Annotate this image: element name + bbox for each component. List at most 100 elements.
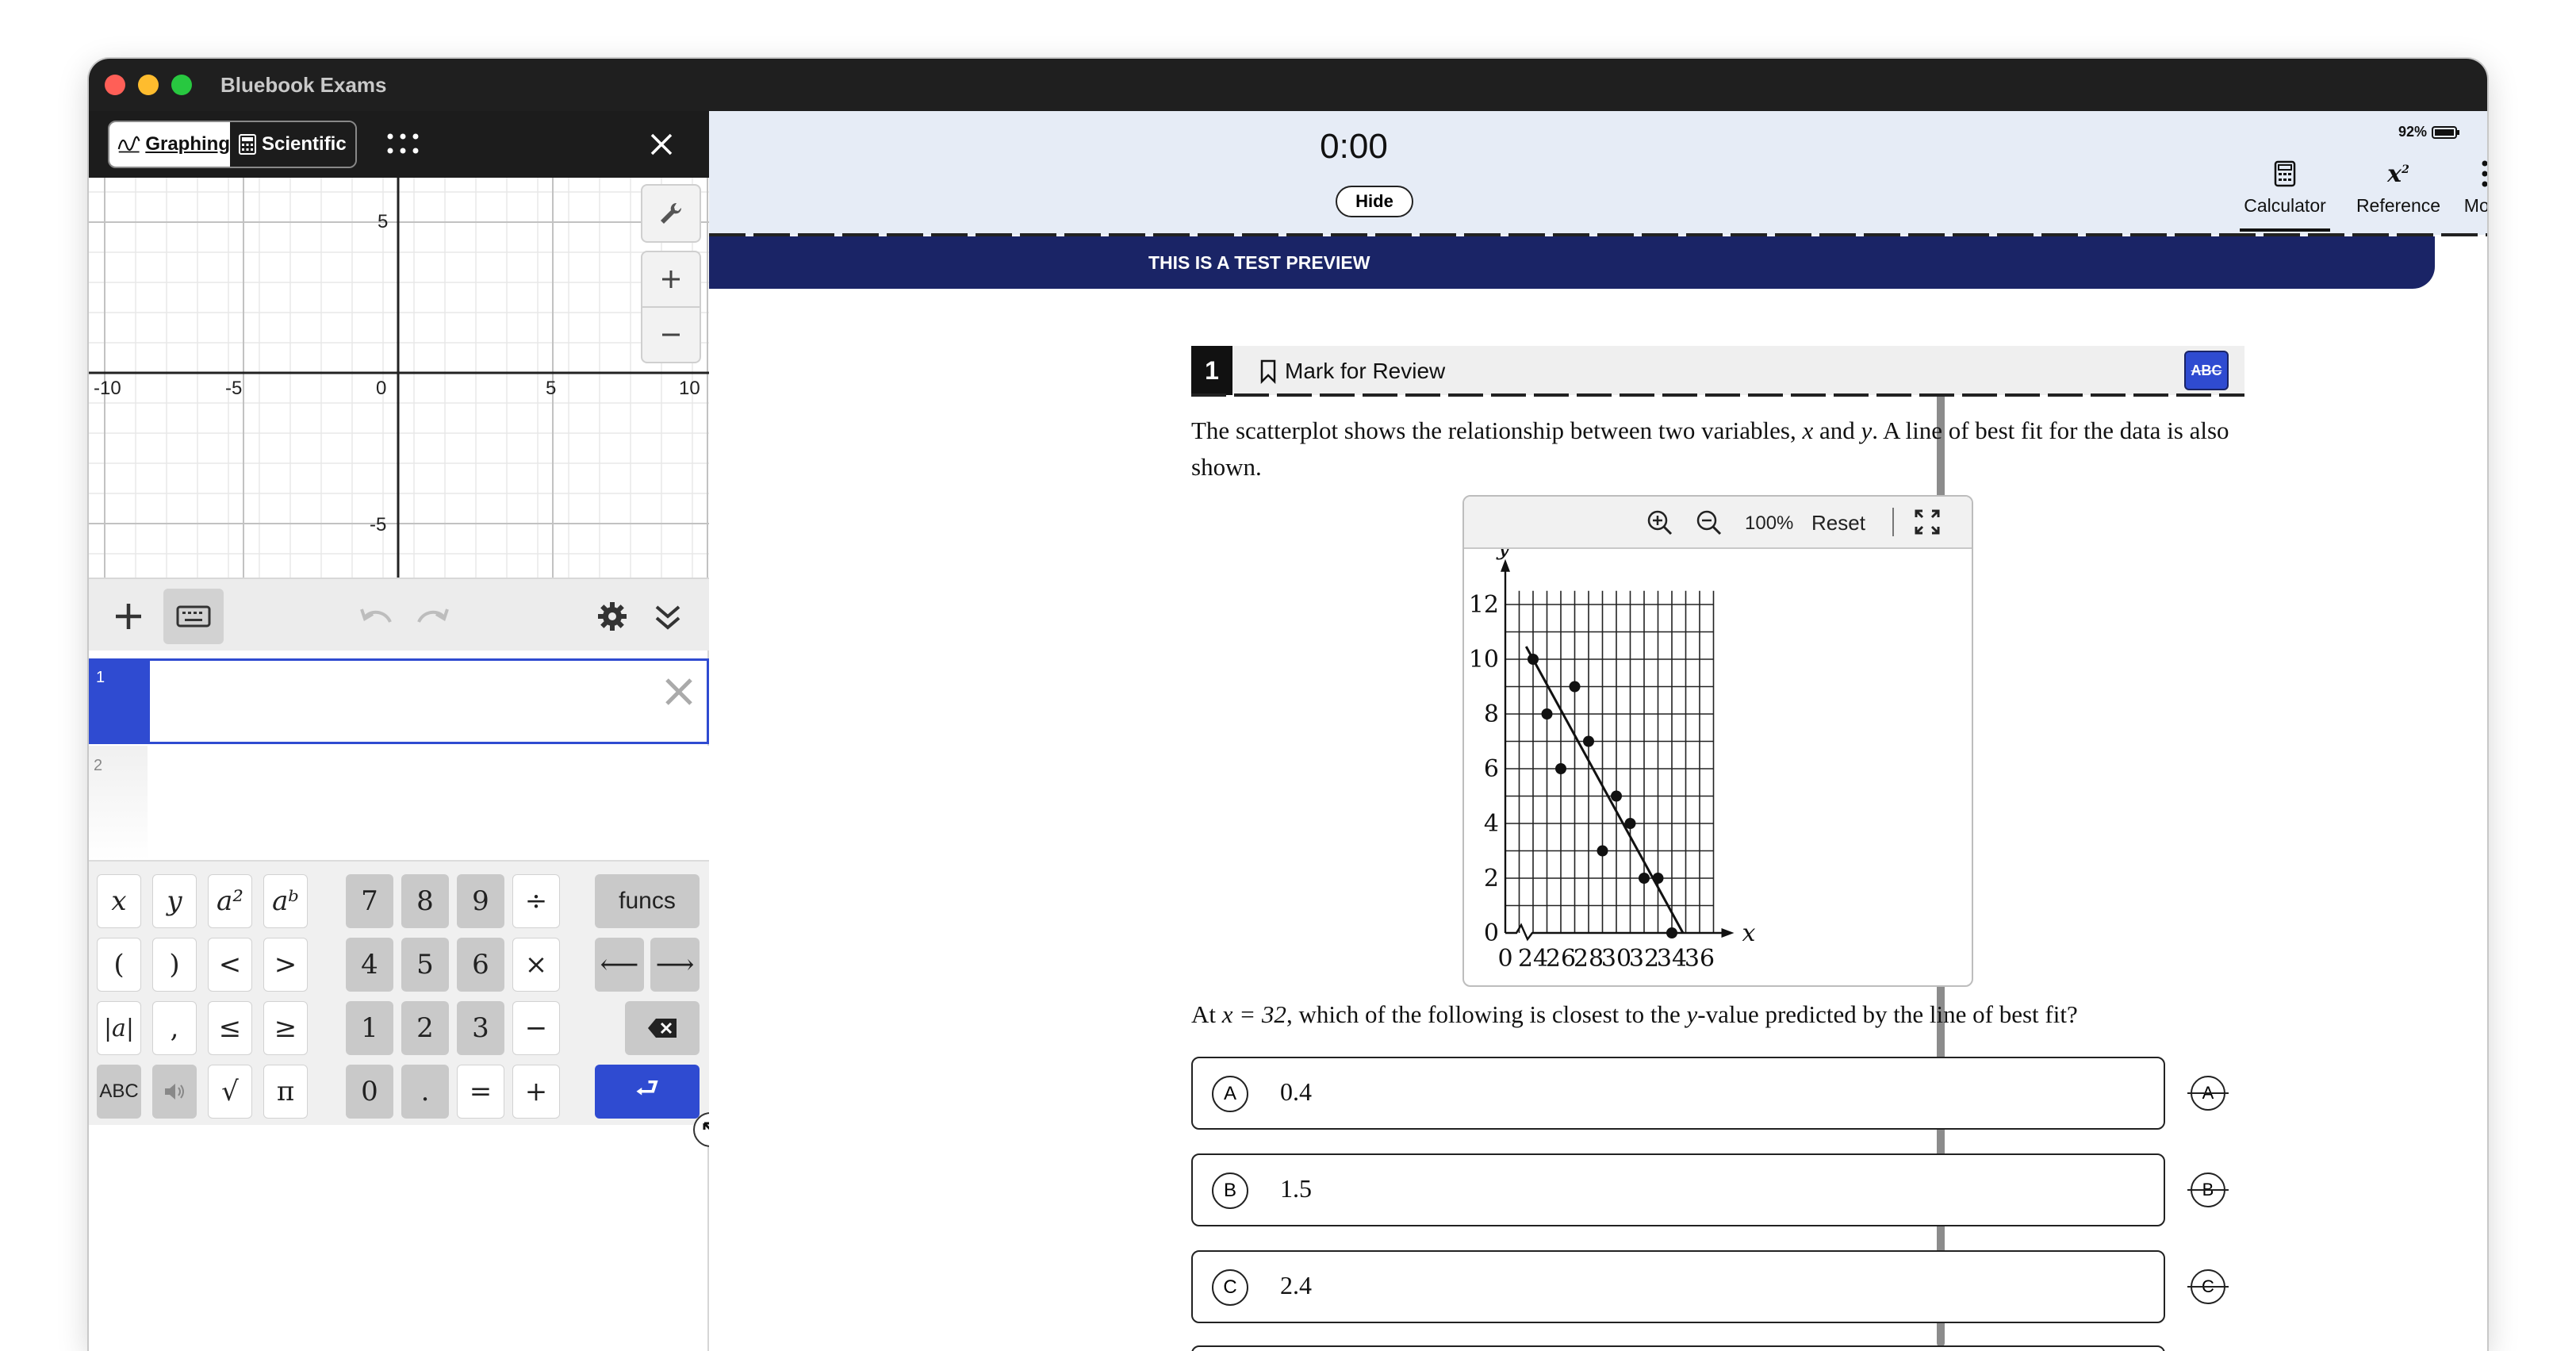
key-0[interactable]: 0	[346, 1065, 393, 1119]
answer-choice-c[interactable]: C 2.4	[1191, 1250, 2165, 1323]
undo-icon	[360, 608, 392, 623]
answer-choice-a[interactable]: A 0.4	[1191, 1057, 2165, 1130]
key-funcs[interactable]: funcs	[595, 874, 700, 928]
key-absolute-value[interactable]: |a|	[97, 1001, 141, 1055]
key-plus[interactable]: +	[512, 1065, 560, 1119]
answer-choice-d[interactable]	[1191, 1345, 2165, 1351]
key-greater-equal[interactable]: ≥	[263, 1001, 308, 1055]
key-abc[interactable]: ABC	[97, 1065, 141, 1119]
scientific-mode-button[interactable]: Scientific	[230, 122, 355, 167]
x-tick-label: 34	[1657, 945, 1687, 973]
calculator-toolbar: Graphing Scientific	[89, 111, 709, 178]
key-8[interactable]: 8	[401, 874, 449, 928]
key-greater-than[interactable]: >	[263, 938, 308, 992]
graphing-mode-button[interactable]: Graphing	[109, 122, 230, 167]
stem-text-and: and	[1819, 416, 1855, 444]
graph-settings-button[interactable]	[641, 184, 701, 243]
zoom-reset-button[interactable]: Reset	[1811, 511, 1865, 535]
key-divide[interactable]: ÷	[512, 874, 560, 928]
prompt-text-at: At	[1191, 1000, 1216, 1028]
data-point	[1555, 763, 1566, 774]
key-3[interactable]: 3	[457, 1001, 504, 1055]
key-comma[interactable]: ,	[152, 1001, 197, 1055]
key-equals[interactable]: =	[457, 1065, 504, 1119]
zoom-in-button[interactable]	[641, 251, 701, 308]
answer-choice-b[interactable]: B 1.5	[1191, 1153, 2165, 1226]
key-cursor-right[interactable]: ⟶	[650, 938, 700, 992]
key-4[interactable]: 4	[346, 938, 393, 992]
app-window: Bluebook Exams Graphing Scientific -10 -…	[89, 59, 2487, 1351]
keyboard-toggle-button[interactable]	[163, 589, 224, 644]
expression-settings-button[interactable]	[588, 589, 636, 644]
key-cursor-left[interactable]: ⟵	[595, 938, 644, 992]
key-multiply[interactable]: ×	[512, 938, 560, 992]
stem-var-x: x	[1802, 416, 1814, 444]
key-close-paren[interactable]: )	[152, 938, 197, 992]
y-tick-label: 6	[1484, 755, 1499, 783]
key-7[interactable]: 7	[346, 874, 393, 928]
answer-eliminator-toggle[interactable]: ABC	[2184, 351, 2229, 390]
choice-letter: C	[1212, 1269, 1248, 1306]
key-2[interactable]: 2	[401, 1001, 449, 1055]
y-tick-label: 0	[1484, 919, 1499, 947]
key-1[interactable]: 1	[346, 1001, 393, 1055]
more-tool-button[interactable]: More	[2459, 152, 2487, 232]
hide-timer-button[interactable]: Hide	[1336, 186, 1413, 217]
key-less-equal[interactable]: ≤	[208, 1001, 252, 1055]
expression-row-1[interactable]: 1	[89, 658, 709, 744]
key-pi[interactable]: π	[263, 1065, 308, 1119]
expression-index: 1	[91, 661, 150, 742]
eliminate-choice-a-button[interactable]: A	[2187, 1076, 2229, 1111]
key-minus[interactable]: −	[512, 1001, 560, 1055]
key-decimal[interactable]: .	[401, 1065, 449, 1119]
eliminate-choice-b-button[interactable]: B	[2187, 1173, 2229, 1207]
key-less-than[interactable]: <	[208, 938, 252, 992]
key-5[interactable]: 5	[401, 938, 449, 992]
minus-icon	[662, 333, 680, 336]
graph-label-x-0: 0	[376, 378, 387, 399]
key-y[interactable]: y	[152, 874, 197, 928]
key-sqrt[interactable]: √	[208, 1065, 252, 1119]
key-open-paren[interactable]: (	[97, 938, 141, 992]
x-tick-label: 24	[1518, 945, 1548, 973]
maximize-window-button[interactable]	[171, 75, 192, 95]
zoom-out-button[interactable]	[641, 306, 701, 363]
key-a-power-b[interactable]: aᵇ	[263, 874, 308, 928]
key-9[interactable]: 9	[457, 874, 504, 928]
close-calculator-icon[interactable]	[644, 127, 679, 162]
double-chevron-down-icon	[655, 605, 680, 630]
fullscreen-icon[interactable]	[1913, 508, 1942, 536]
mark-for-review-button[interactable]: Mark for Review	[1259, 359, 1445, 384]
expression-row-2[interactable]: 2	[89, 746, 709, 860]
key-a-squared[interactable]: a²	[208, 874, 252, 928]
drag-handle-icon[interactable]	[385, 129, 420, 160]
eliminate-choice-c-button[interactable]: C	[2187, 1269, 2229, 1304]
redo-button[interactable]	[409, 589, 457, 644]
calculator-tool-button[interactable]: Calculator	[2240, 152, 2330, 232]
question-header-divider	[1191, 393, 2244, 397]
add-expression-button[interactable]	[105, 589, 152, 644]
toolbar-separator	[1892, 508, 1894, 536]
choice-letter: B	[1212, 1173, 1248, 1209]
undo-button[interactable]	[352, 589, 400, 644]
bookmark-icon	[1260, 359, 1276, 384]
collapse-list-button[interactable]	[644, 589, 692, 644]
scatterplot-figure: 100% Reset 024262830323436024681012xy	[1462, 495, 1973, 987]
minimize-window-button[interactable]	[138, 75, 159, 95]
stem-text-1: The scatterplot shows the relationship b…	[1191, 416, 1796, 444]
key-audio[interactable]	[152, 1065, 197, 1119]
delete-expression-icon[interactable]	[659, 672, 699, 712]
key-backspace[interactable]	[625, 1001, 700, 1055]
zoom-out-icon[interactable]	[1694, 508, 1723, 536]
close-window-button[interactable]	[105, 75, 125, 95]
key-enter[interactable]: ⮐	[595, 1065, 700, 1119]
key-6[interactable]: 6	[457, 938, 504, 992]
zoom-in-icon[interactable]	[1645, 508, 1673, 536]
gear-icon	[598, 602, 627, 631]
y-axis-arrow	[1501, 558, 1510, 572]
scientific-mode-label: Scientific	[262, 133, 347, 155]
key-x[interactable]: x	[97, 874, 141, 928]
graph-canvas[interactable]: -10 -5 0 5 10 5 -5	[89, 178, 709, 578]
question-number: 1	[1191, 346, 1232, 395]
reference-tool-button[interactable]: x2 Reference	[2351, 152, 2446, 232]
